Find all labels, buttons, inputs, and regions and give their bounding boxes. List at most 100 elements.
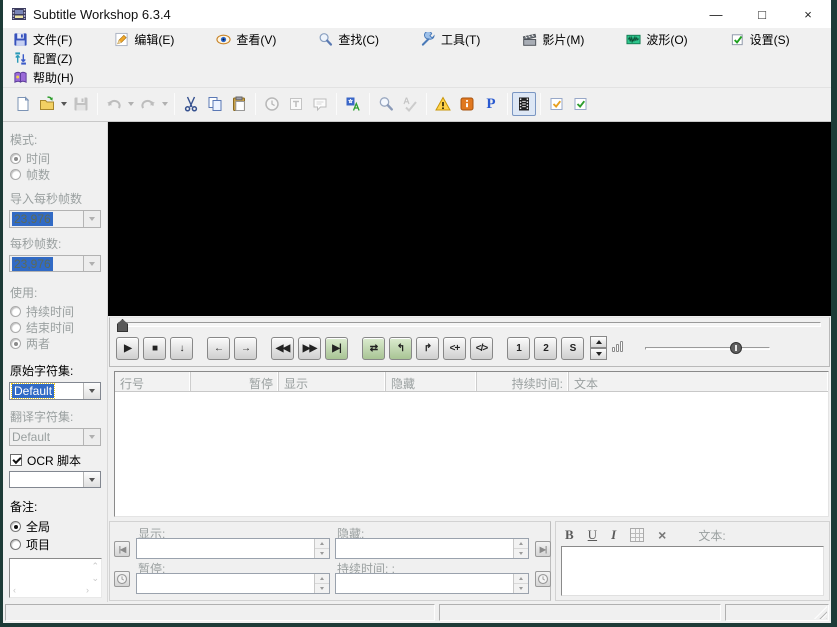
column-duration[interactable]: 持续时间: bbox=[477, 372, 569, 391]
duration-input[interactable] bbox=[336, 574, 513, 593]
scroll-up-icon[interactable]: ⌃ bbox=[91, 562, 99, 571]
seek-bar[interactable] bbox=[116, 319, 823, 334]
validate-original-button[interactable] bbox=[545, 92, 569, 116]
underline-button[interactable]: U bbox=[588, 527, 597, 543]
spin-down-icon[interactable] bbox=[514, 584, 528, 593]
input-fps-combo[interactable]: 23,976 bbox=[9, 210, 101, 228]
mark-last-sync-button[interactable]: 2 bbox=[534, 336, 557, 360]
close-button[interactable]: × bbox=[785, 0, 831, 28]
ocr-script-combo[interactable] bbox=[9, 470, 101, 489]
goto-next-icon[interactable]: ▶| bbox=[535, 541, 551, 557]
save-button[interactable] bbox=[69, 92, 93, 116]
spin-down-icon[interactable] bbox=[514, 549, 528, 558]
add-sync-point-button[interactable]: S bbox=[561, 336, 584, 360]
spin-down-icon[interactable] bbox=[315, 549, 329, 558]
seek-track[interactable] bbox=[118, 322, 821, 327]
redo-dropdown[interactable] bbox=[160, 92, 170, 116]
set-start-time-button[interactable]: <+ bbox=[443, 336, 466, 360]
resize-grip[interactable] bbox=[814, 606, 827, 619]
minimize-button[interactable]: — bbox=[693, 0, 739, 28]
notes-global-radio[interactable]: 全局 bbox=[10, 517, 102, 535]
column-pause[interactable]: 暂停 bbox=[191, 372, 279, 391]
spin-down-icon[interactable] bbox=[315, 584, 329, 593]
hide-time-input[interactable] bbox=[336, 539, 513, 558]
chevron-down-icon[interactable] bbox=[83, 383, 100, 400]
mode-time-radio[interactable]: 时间 bbox=[10, 150, 102, 166]
menu-view[interactable]: 查看(V) bbox=[210, 30, 286, 49]
insert-time-button[interactable] bbox=[260, 92, 284, 116]
column-hide[interactable]: 隐藏 bbox=[386, 372, 477, 391]
menu-help[interactable]: 帮助(H) bbox=[7, 68, 84, 87]
clear-format-icon[interactable]: × bbox=[658, 527, 666, 543]
original-charset-combo[interactable]: Default bbox=[9, 382, 101, 401]
italic-button[interactable]: I bbox=[611, 527, 616, 543]
color-grid-icon[interactable] bbox=[630, 528, 645, 542]
menu-waveform[interactable]: 波形(O) bbox=[620, 30, 697, 49]
undo-button[interactable] bbox=[102, 92, 126, 116]
chevron-down-icon[interactable] bbox=[83, 211, 100, 227]
playback-rate-button[interactable]: ▶| bbox=[325, 336, 348, 360]
comment-button[interactable] bbox=[308, 92, 332, 116]
menu-config[interactable]: 配置(Z) bbox=[7, 49, 82, 68]
translate-button[interactable] bbox=[341, 92, 365, 116]
volume-slider[interactable] bbox=[645, 339, 770, 357]
stepper-up-icon[interactable] bbox=[590, 336, 607, 348]
cut-button[interactable] bbox=[179, 92, 203, 116]
translation-charset-combo[interactable]: Default bbox=[9, 428, 101, 446]
information-button[interactable] bbox=[455, 92, 479, 116]
mode-frames-radio[interactable]: 帧数 bbox=[10, 166, 102, 182]
repeat-button[interactable]: ⇄ bbox=[362, 336, 385, 360]
menu-edit[interactable]: 编辑(E) bbox=[108, 30, 184, 49]
play-button[interactable]: ▶ bbox=[116, 336, 139, 360]
show-time-input[interactable] bbox=[137, 539, 314, 558]
spellcheck-button[interactable] bbox=[398, 92, 422, 116]
spin-up-icon[interactable] bbox=[514, 574, 528, 584]
subtitle-number-stepper[interactable] bbox=[590, 336, 607, 360]
spin-up-icon[interactable] bbox=[315, 574, 329, 584]
notes-project-radio[interactable]: 项目 bbox=[10, 536, 102, 554]
chevron-down-icon[interactable] bbox=[83, 471, 100, 488]
stepper-down-icon[interactable] bbox=[590, 348, 607, 360]
set-start-end-button[interactable]: </> bbox=[470, 336, 493, 360]
clock-icon[interactable] bbox=[114, 571, 130, 587]
menu-settings[interactable]: 设置(S) bbox=[724, 30, 800, 49]
column-line-number[interactable]: 行号 bbox=[115, 372, 191, 391]
pause-input[interactable] bbox=[137, 574, 314, 593]
bold-button[interactable]: B bbox=[565, 527, 574, 543]
menu-movie[interactable]: 影片(M) bbox=[516, 30, 594, 49]
stop-button[interactable]: ■ bbox=[143, 336, 166, 360]
fast-forward-button[interactable]: ▶▶ bbox=[298, 336, 321, 360]
copy-button[interactable] bbox=[203, 92, 227, 116]
new-file-button[interactable] bbox=[11, 92, 35, 116]
insert-text-button[interactable] bbox=[284, 92, 308, 116]
subtitle-table[interactable]: 行号 暂停 显示 隐藏 持续时间: 文本 bbox=[114, 371, 829, 517]
goto-prev-icon[interactable]: |◀ bbox=[114, 541, 130, 557]
column-show[interactable]: 显示 bbox=[279, 372, 386, 391]
seek-thumb[interactable] bbox=[117, 319, 128, 332]
menu-search[interactable]: 查找(C) bbox=[312, 30, 389, 49]
chevron-down-icon[interactable] bbox=[83, 255, 100, 272]
ocr-script-checkbox[interactable]: OCR 脚本 bbox=[10, 452, 102, 469]
scroll-right-icon[interactable]: › bbox=[86, 586, 89, 595]
warning-check-button[interactable] bbox=[431, 92, 455, 116]
spin-up-icon[interactable] bbox=[514, 539, 528, 549]
next-subtitle-button[interactable]: → bbox=[234, 336, 257, 360]
open-file-dropdown[interactable] bbox=[59, 92, 69, 116]
mark-first-sync-button[interactable]: 1 bbox=[507, 336, 530, 360]
rewind-button[interactable]: ◀◀ bbox=[271, 336, 294, 360]
paste-button[interactable] bbox=[227, 92, 251, 116]
spin-up-icon[interactable] bbox=[315, 539, 329, 549]
scroll-left-icon[interactable]: ‹ bbox=[13, 586, 16, 595]
clock-icon[interactable] bbox=[535, 571, 551, 587]
subtitle-table-body[interactable] bbox=[115, 392, 828, 516]
scroll-list-button[interactable]: ↓ bbox=[170, 336, 193, 360]
fps-combo[interactable]: 23,976 bbox=[9, 254, 101, 273]
chevron-down-icon[interactable] bbox=[83, 429, 100, 445]
work-duration-radio[interactable]: 持续时间 bbox=[10, 303, 102, 319]
jump-to-start-button[interactable]: ↰ bbox=[389, 336, 412, 360]
video-preview-mode-button[interactable] bbox=[512, 92, 536, 116]
volume-track[interactable] bbox=[645, 347, 770, 350]
menu-file[interactable]: 文件(F) bbox=[7, 30, 82, 49]
menu-tools[interactable]: 工具(T) bbox=[415, 30, 490, 49]
validate-translation-button[interactable] bbox=[569, 92, 593, 116]
